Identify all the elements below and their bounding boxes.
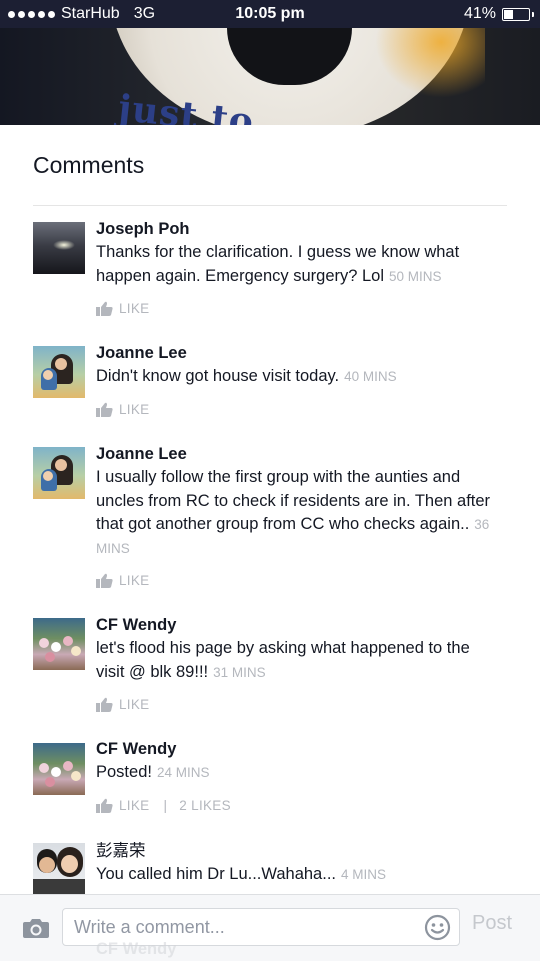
comment-text-block: I usually follow the first group with th… [96, 466, 496, 560]
emoji-icon[interactable] [424, 914, 451, 946]
comment-time: 40 MINS [344, 369, 397, 384]
like-thumb-icon [96, 798, 113, 813]
avatar[interactable] [33, 346, 85, 398]
commenter-name-peek: CF Wendy [96, 940, 177, 958]
avatar[interactable] [33, 447, 85, 499]
divider [33, 205, 507, 206]
commenter-name[interactable]: Joanne Lee [96, 341, 496, 365]
comment-composer: Post [0, 894, 540, 961]
comment-text: You called him Dr Lu...Wahaha... [96, 865, 336, 883]
like-thumb-icon [96, 697, 113, 712]
like-label: LIKE [119, 301, 150, 316]
comment-text-block: Didn't know got house visit today. 40 MIN… [96, 365, 496, 389]
post-button[interactable]: Post [472, 912, 512, 935]
comments-title: Comments [33, 152, 145, 178]
commenter-name[interactable]: Joanne Lee [96, 442, 496, 466]
comment-text: Didn't know got house visit today. [96, 367, 340, 385]
comment-text-block: You called him Dr Lu...Wahaha... 4 MINS [96, 863, 496, 887]
comment-text: I usually follow the first group with th… [96, 468, 491, 533]
status-right: 41% [463, 0, 534, 28]
like-label: LIKE [119, 402, 150, 417]
comment-text-block: Thanks for the clarification. I guess we… [96, 241, 496, 288]
comment-body: Joanne Lee I usually follow the first gr… [96, 442, 496, 560]
like-thumb-icon [96, 402, 113, 417]
comment-text-block: let's flood his page by asking what happ… [96, 637, 496, 684]
battery-icon [502, 7, 534, 21]
comment-body: Joanne Lee Didn't know got house visit t… [96, 341, 496, 389]
like-button[interactable]: LIKE [96, 573, 149, 588]
like-row: LIKE | 2 LIKES [96, 798, 231, 813]
battery-percent: 41% [463, 5, 496, 22]
commenter-name[interactable]: 彭嘉荣 [96, 839, 496, 863]
like-label: LIKE [119, 573, 150, 588]
avatar[interactable] [33, 618, 85, 670]
comment-text: let's flood his page by asking what happ… [96, 639, 470, 681]
commenter-name[interactable]: CF Wendy [96, 737, 496, 761]
commenter-name[interactable]: CF Wendy [96, 613, 496, 637]
comment-body: CF Wendy let's flood his page by asking … [96, 613, 496, 684]
commenter-name[interactable]: Joseph Poh [96, 217, 496, 241]
comment-time: 31 MINS [213, 664, 266, 680]
like-thumb-icon [96, 573, 113, 588]
comment-text: Posted! [96, 763, 152, 781]
comment-body: CF Wendy Posted! 24 MINS [96, 737, 496, 785]
comment-time: 50 MINS [389, 268, 442, 284]
status-bar: StarHub 3G 10:05 pm 41% [0, 0, 540, 28]
camera-icon[interactable] [22, 917, 50, 944]
disc-highlight [375, 28, 485, 98]
comment-time: 4 MINS [341, 867, 387, 882]
like-thumb-icon [96, 301, 113, 316]
post-photo[interactable]: just to [0, 28, 540, 125]
like-label: LIKE [119, 697, 150, 712]
like-count[interactable]: 2 LIKES [179, 798, 231, 813]
like-button[interactable]: LIKE [96, 402, 149, 417]
comment-body: Joseph Poh Thanks for the clarification.… [96, 217, 496, 288]
like-label: LIKE [119, 798, 150, 813]
like-button[interactable]: LIKE [96, 697, 149, 712]
like-button[interactable]: LIKE [96, 301, 149, 316]
avatar[interactable] [33, 222, 85, 274]
comment-time: 24 MINS [156, 765, 210, 780]
avatar[interactable] [33, 743, 85, 795]
avatar[interactable] [33, 843, 85, 895]
comment-text-block: Posted! 24 MINS [96, 761, 496, 785]
like-button[interactable]: LIKE [96, 798, 149, 813]
clock: 10:05 pm [235, 5, 305, 22]
comment-body: 彭嘉荣 You called him Dr Lu...Wahaha... 4 MI… [96, 839, 496, 887]
separator: | [163, 798, 168, 813]
